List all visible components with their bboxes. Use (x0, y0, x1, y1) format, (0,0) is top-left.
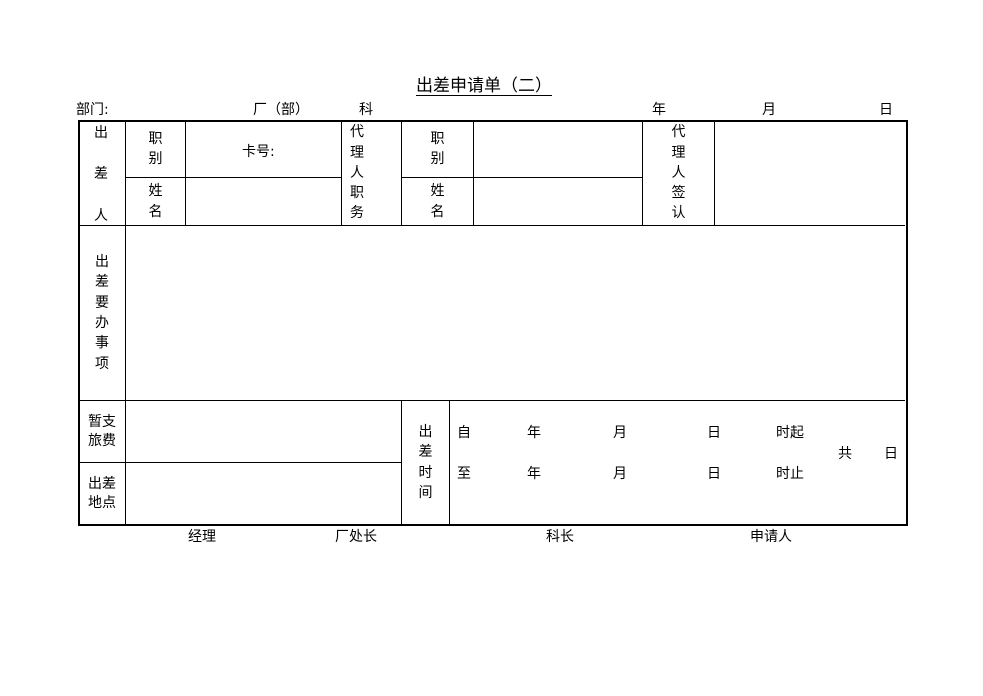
month-label: 月 (762, 102, 776, 118)
year-label: 年 (652, 102, 666, 118)
to-year: 年 (527, 466, 541, 482)
traveler-label-2: 差 (94, 166, 108, 182)
total-unit: 日 (884, 446, 898, 462)
traveler-label-3: 人 (94, 208, 108, 224)
to-prefix: 至 (457, 466, 471, 482)
day-label: 日 (879, 102, 893, 118)
agent-job-field[interactable] (474, 121, 642, 177)
agent-sign-field[interactable] (715, 121, 905, 225)
traveler-label-1: 出 (94, 125, 108, 141)
to-suffix: 时止 (776, 466, 804, 482)
traveler-name-field[interactable] (186, 178, 341, 225)
section-label: 科 (359, 102, 373, 118)
from-month: 月 (613, 425, 627, 441)
advance-funds-label: 暂支 旅费 (88, 413, 116, 449)
agent-name-field[interactable] (474, 178, 642, 225)
agent-job-label: 职 别 (430, 130, 445, 167)
matters-field[interactable] (126, 226, 905, 400)
from-year: 年 (527, 425, 541, 441)
travel-time-label: 出 差 时 间 (418, 423, 433, 501)
manager-signature-label: 经理 (188, 529, 216, 545)
factory-head-signature-label: 厂处长 (335, 529, 377, 545)
travel-place-label: 出差 地点 (88, 475, 116, 511)
agent-position-label: 代 理 人 职 务 (350, 124, 364, 222)
from-day: 日 (707, 425, 721, 441)
advance-funds-field[interactable] (126, 401, 401, 462)
to-day: 日 (707, 466, 721, 482)
to-month: 月 (613, 466, 627, 482)
section-head-signature-label: 科长 (546, 529, 574, 545)
factory-label: 厂（部） (253, 102, 309, 118)
traveler-name-label: 姓 名 (148, 183, 163, 220)
from-prefix: 自 (457, 425, 471, 441)
divider (449, 400, 450, 524)
applicant-signature-label: 申请人 (750, 529, 792, 545)
travel-place-field[interactable] (126, 463, 401, 524)
agent-sign-label: 代 理 人 签 认 (671, 124, 686, 222)
total-label: 共 (838, 446, 852, 462)
agent-name-label: 姓 名 (430, 183, 445, 220)
matters-label: 出 差 要 办 事 项 (95, 254, 109, 372)
form-title: 出差申请单（二） (416, 76, 552, 96)
from-suffix: 时起 (776, 425, 804, 441)
traveler-position-label: 职 别 (148, 130, 163, 167)
card-number-label: 卡号: (242, 144, 275, 160)
dept-label: 部门: (76, 102, 109, 118)
